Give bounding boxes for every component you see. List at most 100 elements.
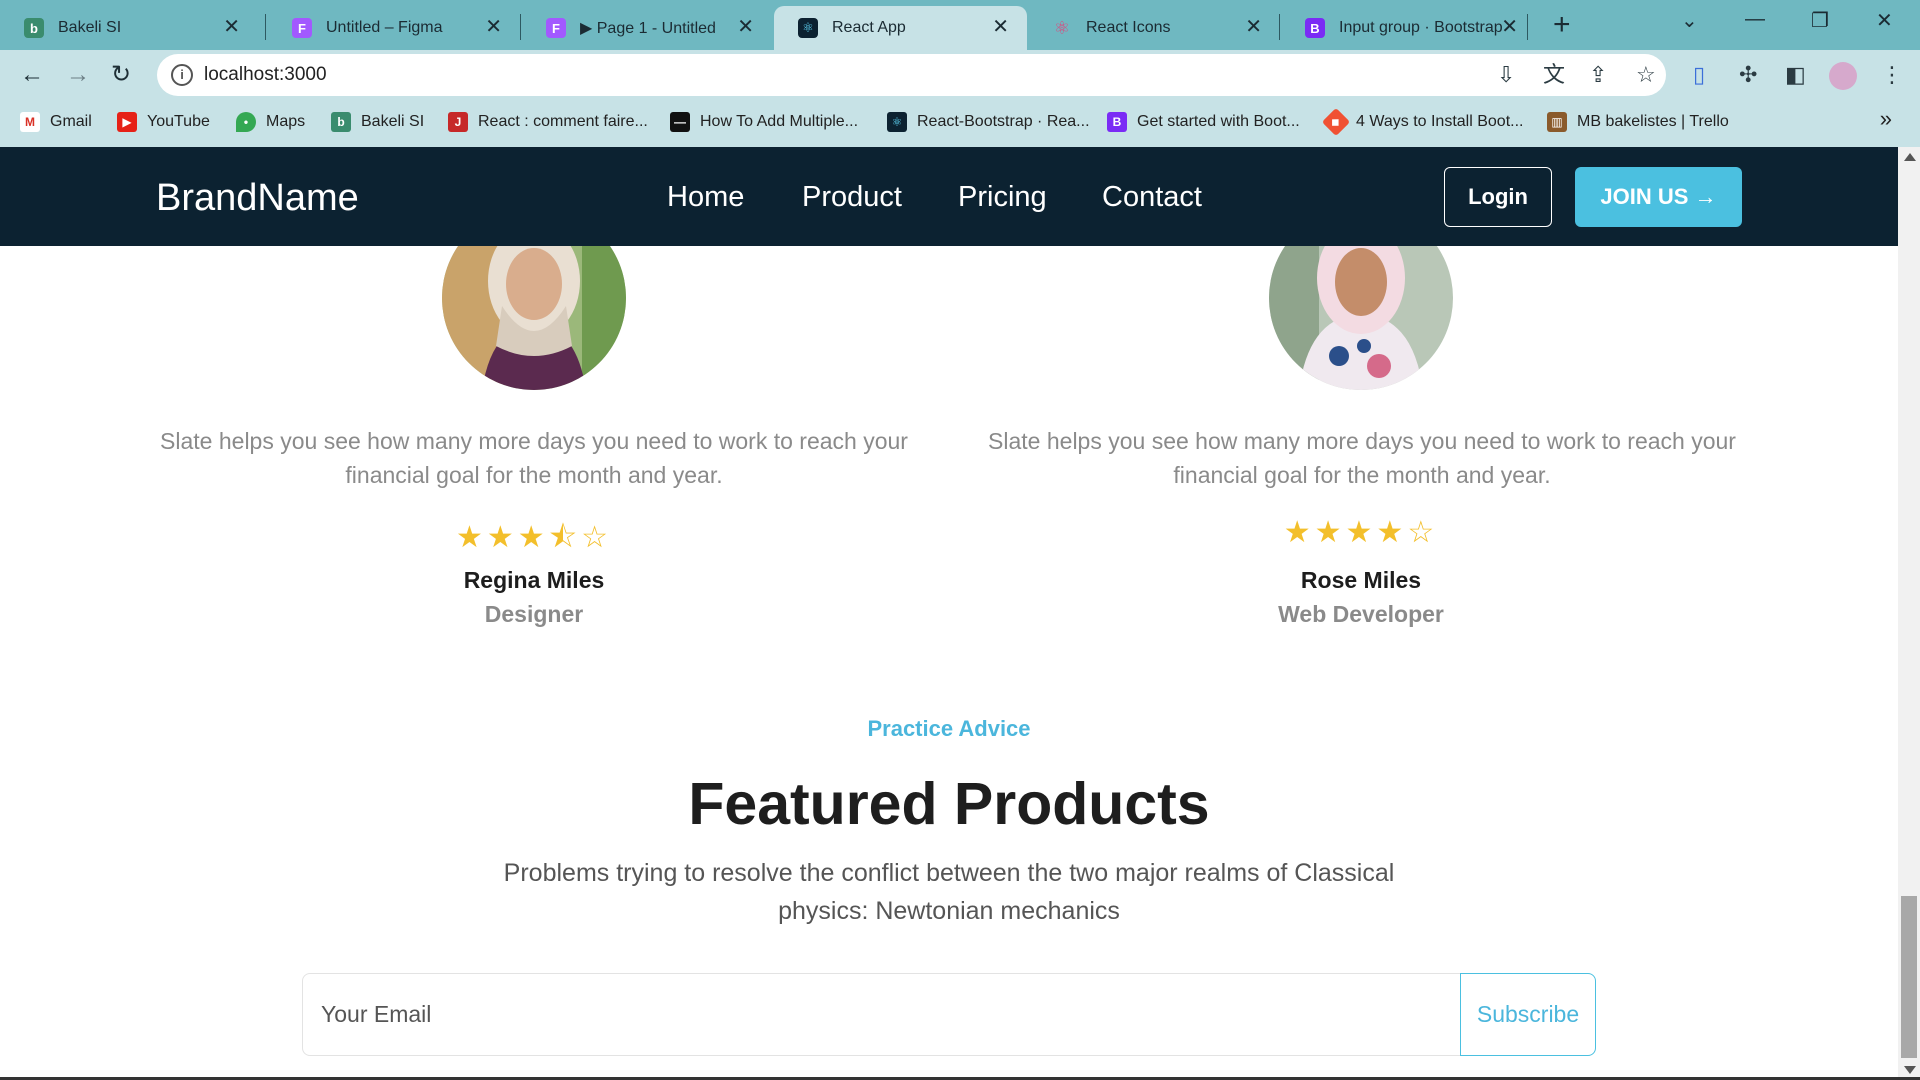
install-icon[interactable]: ⇩ — [1497, 62, 1515, 88]
scroll-down-icon[interactable] — [1904, 1066, 1916, 1074]
tab-label: Input group · Bootstrap — [1339, 19, 1503, 36]
address-bar[interactable]: i localhost:3000 — [157, 54, 1666, 96]
figma-icon: F — [546, 18, 566, 38]
bookmark-label: React : comment faire... — [478, 113, 648, 130]
nav-product[interactable]: Product — [802, 181, 902, 214]
minimize-icon[interactable]: — — [1745, 8, 1765, 31]
close-icon[interactable]: ✕ — [992, 16, 1009, 38]
bookmark-bakeli[interactable]: b Bakeli SI — [331, 112, 424, 132]
scroll-up-icon[interactable] — [1904, 153, 1916, 161]
bookmark-youtube[interactable]: ▶ YouTube — [117, 112, 210, 132]
tab-label: React Icons — [1086, 19, 1171, 36]
close-icon[interactable]: ✕ — [1501, 16, 1518, 38]
browser-tab-strip: b Bakeli SI ✕ F Untitled – Figma ✕ F ▶ P… — [0, 0, 1920, 50]
tab-separator — [265, 14, 266, 40]
maps-icon: • — [236, 112, 256, 132]
bookmark-label: Get started with Boot... — [1137, 113, 1300, 130]
tab-figma-page[interactable]: F ▶ Page 1 - Untitled ✕ — [522, 6, 772, 50]
close-window-icon[interactable]: ✕ — [1876, 8, 1893, 33]
tab-label: Untitled – Figma — [326, 19, 443, 36]
testimonial-name: Rose Miles — [1300, 567, 1422, 593]
react-icon: ⚛ — [1053, 17, 1071, 38]
testimonial-quote: Slate helps you see how many more days y… — [988, 428, 1736, 488]
figma-icon: F — [292, 18, 312, 38]
bookmark-trello[interactable]: ▥ MB bakelistes | Trello — [1547, 112, 1729, 132]
sidebar-icon[interactable]: ◧ — [1785, 62, 1806, 88]
bootstrap-icon: B — [1107, 112, 1127, 132]
nav-home[interactable]: Home — [667, 181, 744, 214]
testimonial-role: Designer — [484, 601, 584, 627]
section-subtitle: Problems trying to resolve the conflict … — [503, 859, 1395, 925]
tab-bakeli[interactable]: b Bakeli SI ✕ — [0, 6, 258, 50]
close-icon[interactable]: ✕ — [737, 16, 754, 38]
email-field[interactable] — [303, 974, 1460, 1055]
menu-icon[interactable]: ⋮ — [1881, 62, 1903, 88]
bookmark-how-to-add[interactable]: — How To Add Multiple... — [670, 112, 858, 132]
testimonial-quote: Slate helps you see how many more days y… — [160, 428, 908, 488]
bookmark-label: Gmail — [50, 113, 92, 130]
back-icon[interactable]: ← — [20, 60, 44, 90]
bookmark-label: React-Bootstrap · Rea... — [917, 113, 1090, 130]
trello-icon: ▥ — [1547, 112, 1567, 132]
bookmark-react-comment[interactable]: J React : comment faire... — [448, 112, 648, 132]
bookmark-label: 4 Ways to Install Boot... — [1356, 113, 1524, 130]
address-text[interactable]: localhost:3000 — [204, 64, 327, 86]
more-bookmarks-icon[interactable]: » — [1880, 106, 1892, 132]
testimonial-role: Web Developer — [1278, 601, 1444, 627]
restore-icon[interactable]: ❐ — [1811, 8, 1829, 33]
bookmark-label: YouTube — [147, 113, 210, 130]
site-info-icon[interactable]: i — [171, 64, 193, 86]
tab-react-app[interactable]: ⚛ React App ✕ — [774, 6, 1027, 50]
nav-pricing[interactable]: Pricing — [958, 181, 1047, 214]
page-viewport: BrandName Home Product Pricing Contact L… — [0, 147, 1898, 1078]
tab-figma[interactable]: F Untitled – Figma ✕ — [268, 6, 520, 50]
tab-search-icon[interactable]: ⌄ — [1681, 8, 1698, 33]
close-icon[interactable]: ✕ — [223, 16, 240, 38]
profile-avatar[interactable] — [1829, 62, 1857, 90]
close-icon[interactable]: ✕ — [485, 16, 502, 38]
tab-separator — [1527, 14, 1528, 40]
close-icon[interactable]: ✕ — [1245, 16, 1262, 38]
tab-label: Bakeli SI — [58, 19, 122, 36]
tab-bootstrap[interactable]: B Input group · Bootstrap ✕ — [1281, 6, 1526, 50]
extension-doc-icon[interactable]: ▯ — [1693, 62, 1705, 88]
reload-icon[interactable]: ↻ — [111, 60, 131, 90]
bookmark-maps[interactable]: • Maps — [236, 112, 305, 132]
tab-separator — [1279, 14, 1280, 40]
tab-label: React App — [832, 19, 906, 36]
translate-icon[interactable]: 文 — [1543, 62, 1565, 88]
new-tab-button[interactable]: + — [1553, 10, 1571, 40]
extensions-icon[interactable]: ✣ — [1739, 62, 1757, 88]
bookmark-get-started[interactable]: B Get started with Boot... — [1107, 112, 1300, 132]
bookmark-label: Maps — [266, 113, 306, 130]
section-title: Featured Products — [688, 771, 1210, 837]
login-button[interactable]: Login — [1444, 167, 1552, 227]
section-kicker: Practice Advice — [867, 716, 1031, 741]
brand-logo[interactable]: BrandName — [156, 177, 359, 220]
bakeli-icon: b — [331, 112, 351, 132]
gmail-icon: M — [20, 112, 40, 132]
page-icon: — — [670, 112, 690, 132]
nav-contact[interactable]: Contact — [1102, 181, 1202, 214]
bookmark-label: Bakeli SI — [361, 113, 425, 130]
tab-label: ▶ Page 1 - Untitled — [580, 20, 716, 37]
rating-stars: ★★★★☆ — [1283, 516, 1439, 549]
bookmark-gmail[interactable]: M Gmail — [20, 112, 92, 132]
browser-toolbar: ← → ↻ i localhost:3000 ⇩ 文 ⇪ ☆ ▯ ✣ ◧ ⋮ — [0, 50, 1920, 100]
bookmark-label: How To Add Multiple... — [700, 113, 859, 130]
bookmarks-bar: M Gmail ▶ YouTube • Maps b Bakeli SI J R… — [0, 100, 1920, 147]
youtube-icon: ▶ — [117, 112, 137, 132]
rb-icon: ⚛ — [887, 112, 907, 132]
scroll-thumb[interactable] — [1901, 896, 1917, 1058]
bookmark-react-bootstrap[interactable]: ⚛ React-Bootstrap · Rea... — [887, 112, 1090, 132]
join-us-button[interactable]: JOIN US → — [1575, 167, 1742, 227]
forward-icon[interactable]: → — [66, 60, 90, 90]
rating-stars: ★★★⯪☆ — [456, 521, 612, 554]
subscribe-button[interactable]: Subscribe — [1460, 973, 1596, 1056]
git-icon: ◆ — [1321, 107, 1351, 137]
share-icon[interactable]: ⇪ — [1589, 62, 1607, 88]
bookmark-star-icon[interactable]: ☆ — [1636, 62, 1656, 88]
tab-react-icons[interactable]: ⚛ React Icons ✕ — [1028, 6, 1280, 50]
bookmark-4-ways[interactable]: ◆ 4 Ways to Install Boot... — [1321, 107, 1524, 137]
bakeli-icon: b — [24, 18, 44, 38]
